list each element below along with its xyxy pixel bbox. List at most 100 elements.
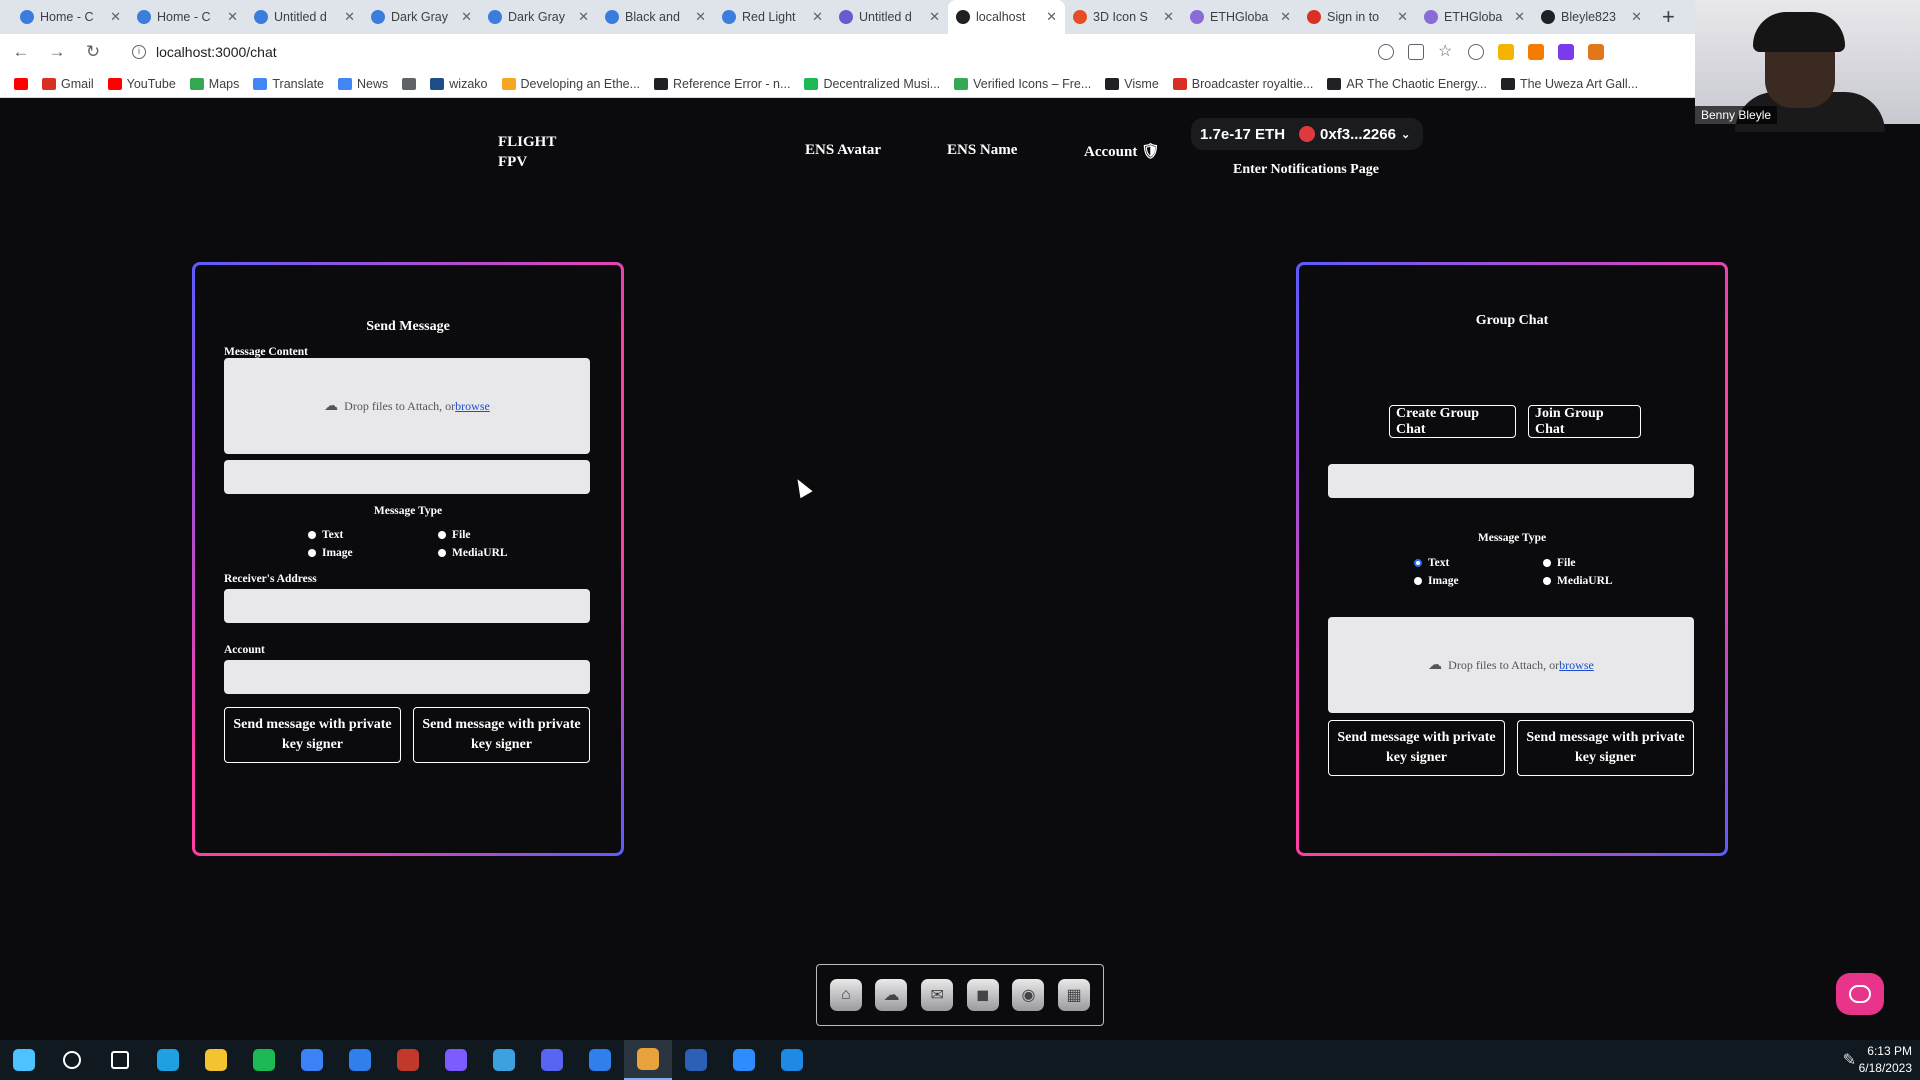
- back-icon[interactable]: ←: [10, 42, 32, 62]
- app-folder-icon[interactable]: [480, 1040, 528, 1080]
- bookmark-item[interactable]: The Uweza Art Gall...: [1500, 77, 1638, 91]
- task-view-icon[interactable]: [96, 1040, 144, 1080]
- forward-icon[interactable]: →: [46, 42, 68, 62]
- tab-close-icon[interactable]: ✕: [461, 9, 472, 25]
- group-radio-file[interactable]: File: [1543, 557, 1576, 569]
- bookmark-item[interactable]: [14, 77, 28, 90]
- brand-logo[interactable]: FLIGHT FPV: [498, 132, 556, 172]
- wallet-address-pill[interactable]: 0xf3...2266 ⌄: [1299, 126, 1410, 143]
- account-input[interactable]: [224, 660, 590, 694]
- tab-close-icon[interactable]: ✕: [1163, 9, 1174, 25]
- bookmark-item[interactable]: Reference Error - n...: [654, 77, 790, 91]
- browser-tab[interactable]: Bleyle823 ✕: [1533, 0, 1650, 34]
- chrome-icon[interactable]: [624, 1040, 672, 1080]
- radio-image[interactable]: Image: [308, 547, 353, 559]
- browser-tab[interactable]: 3D Icon S ✕: [1065, 0, 1182, 34]
- bookmark-item[interactable]: Decentralized Musi...: [804, 77, 940, 91]
- share-icon[interactable]: [1408, 44, 1424, 60]
- tab-close-icon[interactable]: ✕: [227, 9, 238, 25]
- group-file-dropzone[interactable]: ☁ Drop files to Attach, or browse: [1328, 617, 1694, 713]
- bookmark-item[interactable]: Verified Icons – Fre...: [954, 77, 1091, 91]
- group-id-input[interactable]: [1328, 464, 1694, 498]
- vscode-alt-icon[interactable]: [576, 1040, 624, 1080]
- radio-file[interactable]: File: [438, 529, 471, 541]
- vscode-icon[interactable]: [336, 1040, 384, 1080]
- tab-close-icon[interactable]: ✕: [812, 9, 823, 25]
- bookmark-item[interactable]: Visme: [1105, 77, 1159, 91]
- browser-tab[interactable]: Untitled d ✕: [831, 0, 948, 34]
- notifications-link[interactable]: Enter Notifications Page: [1233, 162, 1379, 178]
- browser-tab[interactable]: Red Light ✕: [714, 0, 831, 34]
- app-blue-icon[interactable]: [768, 1040, 816, 1080]
- profile-icon[interactable]: ◼: [966, 979, 999, 1011]
- tab-close-icon[interactable]: ✕: [929, 9, 940, 25]
- browser-tab[interactable]: localhost ✕: [948, 0, 1065, 34]
- browser-tab[interactable]: Dark Gray ✕: [480, 0, 597, 34]
- radio-mediaurl[interactable]: MediaURL: [438, 547, 508, 559]
- extension-purple-icon[interactable]: [1558, 44, 1574, 60]
- chat-widget-button[interactable]: [1836, 973, 1884, 1015]
- browser-tab[interactable]: Home - C ✕: [12, 0, 129, 34]
- tab-close-icon[interactable]: ✕: [1514, 9, 1525, 25]
- browser-tab[interactable]: Sign in to ✕: [1299, 0, 1416, 34]
- new-tab-icon[interactable]: +: [1650, 4, 1687, 30]
- nav-account[interactable]: Account 🛡: [1084, 142, 1160, 161]
- group-send-private-key-button-1[interactable]: Send message with private key signer: [1328, 720, 1505, 776]
- powershell-icon[interactable]: [672, 1040, 720, 1080]
- camera-icon[interactable]: ◉: [1012, 979, 1045, 1011]
- app-purple-icon[interactable]: [432, 1040, 480, 1080]
- message-input[interactable]: [224, 460, 590, 494]
- group-radio-text[interactable]: Text: [1414, 557, 1449, 569]
- extension-icon[interactable]: [1468, 44, 1484, 60]
- receiver-address-input[interactable]: [224, 589, 590, 623]
- nav-ens-avatar[interactable]: ENS Avatar: [805, 142, 881, 159]
- send-private-key-button-1[interactable]: Send message with private key signer: [224, 707, 401, 763]
- send-private-key-button-2[interactable]: Send message with private key signer: [413, 707, 590, 763]
- system-clock[interactable]: 6:13 PM 6/18/2023: [1859, 1043, 1912, 1077]
- tab-close-icon[interactable]: ✕: [344, 9, 355, 25]
- edge-icon[interactable]: [144, 1040, 192, 1080]
- extension-yellow-icon[interactable]: [1498, 44, 1514, 60]
- bookmark-item[interactable]: Maps: [189, 77, 239, 91]
- home-icon[interactable]: ⌂: [829, 979, 862, 1011]
- site-info-icon[interactable]: i: [132, 45, 146, 59]
- metamask-icon[interactable]: [1588, 44, 1604, 60]
- bookmark-item[interactable]: Developing an Ethe...: [501, 77, 640, 91]
- tab-close-icon[interactable]: ✕: [1046, 9, 1057, 25]
- discord-icon[interactable]: [528, 1040, 576, 1080]
- create-group-chat-button[interactable]: Create Group Chat: [1389, 405, 1516, 438]
- bookmark-item[interactable]: wizako: [430, 77, 488, 91]
- windows-start-icon[interactable]: [0, 1040, 48, 1080]
- search-icon[interactable]: [48, 1040, 96, 1080]
- tab-close-icon[interactable]: ✕: [695, 9, 706, 25]
- calendar-icon[interactable]: ▦: [1058, 979, 1091, 1011]
- bookmark-item[interactable]: YouTube: [107, 77, 176, 91]
- wallet-button[interactable]: 1.7e-17 ETH 0xf3...2266 ⌄: [1191, 118, 1423, 150]
- reload-icon[interactable]: ↻: [82, 42, 104, 62]
- browse-link[interactable]: browse: [455, 399, 490, 414]
- radio-text[interactable]: Text: [308, 529, 343, 541]
- address-bar[interactable]: i localhost:3000/chat: [124, 38, 1354, 66]
- extension-orange-icon[interactable]: [1528, 44, 1544, 60]
- browser-tab[interactable]: Home - C ✕: [129, 0, 246, 34]
- bookmark-item[interactable]: Translate: [253, 77, 324, 91]
- app-red-icon[interactable]: [384, 1040, 432, 1080]
- join-group-chat-button[interactable]: Join Group Chat: [1528, 405, 1641, 438]
- zoom-icon[interactable]: [720, 1040, 768, 1080]
- file-dropzone[interactable]: ☁ Drop files to Attach, or browse: [224, 358, 590, 454]
- group-radio-mediaurl[interactable]: MediaURL: [1543, 575, 1613, 587]
- browser-tab[interactable]: Dark Gray ✕: [363, 0, 480, 34]
- file-explorer-icon[interactable]: [192, 1040, 240, 1080]
- bookmark-item[interactable]: Gmail: [42, 77, 94, 91]
- browser-tab[interactable]: ETHGloba ✕: [1416, 0, 1533, 34]
- group-send-private-key-button-2[interactable]: Send message with private key signer: [1517, 720, 1694, 776]
- browser-tab[interactable]: ETHGloba ✕: [1182, 0, 1299, 34]
- todo-icon[interactable]: [288, 1040, 336, 1080]
- cloud-icon[interactable]: ☁: [875, 979, 908, 1011]
- bookmark-item[interactable]: AR The Chaotic Energy...: [1327, 77, 1487, 91]
- tab-close-icon[interactable]: ✕: [1397, 9, 1408, 25]
- tab-close-icon[interactable]: ✕: [110, 9, 121, 25]
- browser-tab[interactable]: Black and ✕: [597, 0, 714, 34]
- tab-close-icon[interactable]: ✕: [578, 9, 589, 25]
- bookmark-item[interactable]: News: [338, 77, 388, 91]
